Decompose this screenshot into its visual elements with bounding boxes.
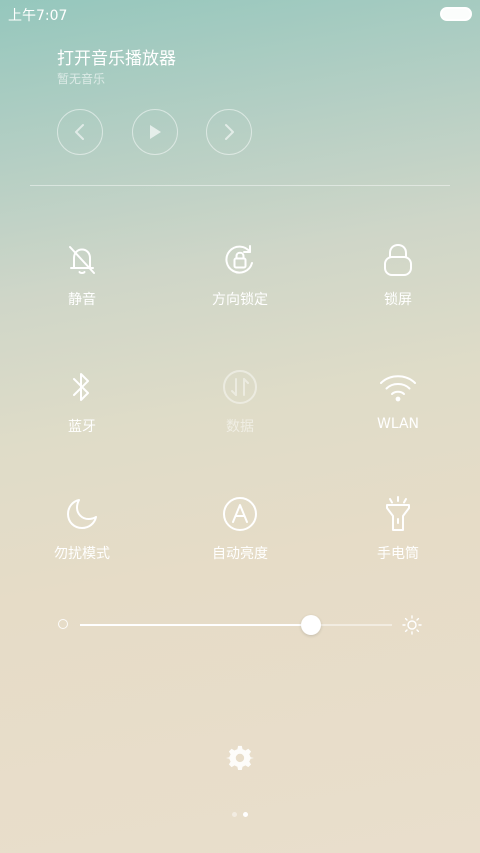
settings-button[interactable]	[226, 744, 254, 772]
page-dot	[243, 812, 248, 817]
status-time: 上午7:07	[8, 8, 68, 24]
tile-auto-brightness[interactable]: 自动亮度	[180, 494, 300, 574]
tile-flashlight[interactable]: 手电筒	[338, 494, 458, 574]
lock-icon	[378, 240, 418, 280]
brightness-slider[interactable]	[50, 605, 430, 645]
tile-lock-screen[interactable]: 锁屏	[338, 240, 458, 320]
tile-wlan[interactable]: WLAN	[338, 367, 458, 447]
tile-rotation-lock[interactable]: 方向锁定	[180, 240, 300, 320]
tile-mobile-data[interactable]: 数据	[180, 367, 300, 447]
status-bar: 上午7:07	[0, 0, 480, 28]
music-player-title[interactable]: 打开音乐播放器	[57, 44, 176, 69]
mobile-data-icon	[220, 367, 260, 407]
brightness-thumb[interactable]	[300, 615, 321, 635]
moon-icon	[62, 494, 102, 534]
tile-label: 手电筒	[377, 546, 419, 562]
brightness-fill	[80, 624, 311, 626]
play-button[interactable]	[132, 109, 178, 155]
next-track-button[interactable]	[206, 109, 252, 155]
tile-mute[interactable]: 静音	[22, 240, 142, 320]
tile-do-not-disturb[interactable]: 勿扰模式	[22, 494, 142, 574]
wifi-icon	[378, 367, 418, 407]
page-dot	[232, 812, 237, 817]
tile-label: 方向锁定	[212, 292, 268, 308]
flashlight-icon	[378, 494, 418, 534]
play-icon	[150, 125, 161, 139]
previous-icon	[75, 124, 84, 140]
tile-label: 蓝牙	[68, 419, 96, 435]
tile-label: 自动亮度	[212, 546, 268, 562]
previous-track-button[interactable]	[57, 109, 103, 155]
brightness-high-icon	[402, 615, 422, 635]
bluetooth-icon	[62, 367, 102, 407]
brightness-low-icon	[58, 619, 68, 629]
bell-off-icon	[62, 240, 102, 280]
page-indicator	[230, 812, 250, 820]
battery-icon	[440, 7, 472, 21]
tile-label: WLAN	[376, 416, 419, 432]
music-player-subtitle: 暂无音乐	[57, 72, 106, 86]
tile-label: 数据	[226, 419, 254, 435]
tile-label: 锁屏	[384, 292, 412, 308]
rotation-lock-icon	[220, 240, 260, 280]
tile-label: 静音	[68, 292, 96, 308]
next-icon	[225, 124, 234, 140]
auto-brightness-icon	[220, 494, 260, 534]
tile-bluetooth[interactable]: 蓝牙	[22, 367, 142, 447]
tile-label: 勿扰模式	[54, 546, 110, 562]
divider	[30, 185, 450, 186]
brightness-track[interactable]	[80, 615, 392, 635]
gear-icon	[226, 745, 254, 771]
